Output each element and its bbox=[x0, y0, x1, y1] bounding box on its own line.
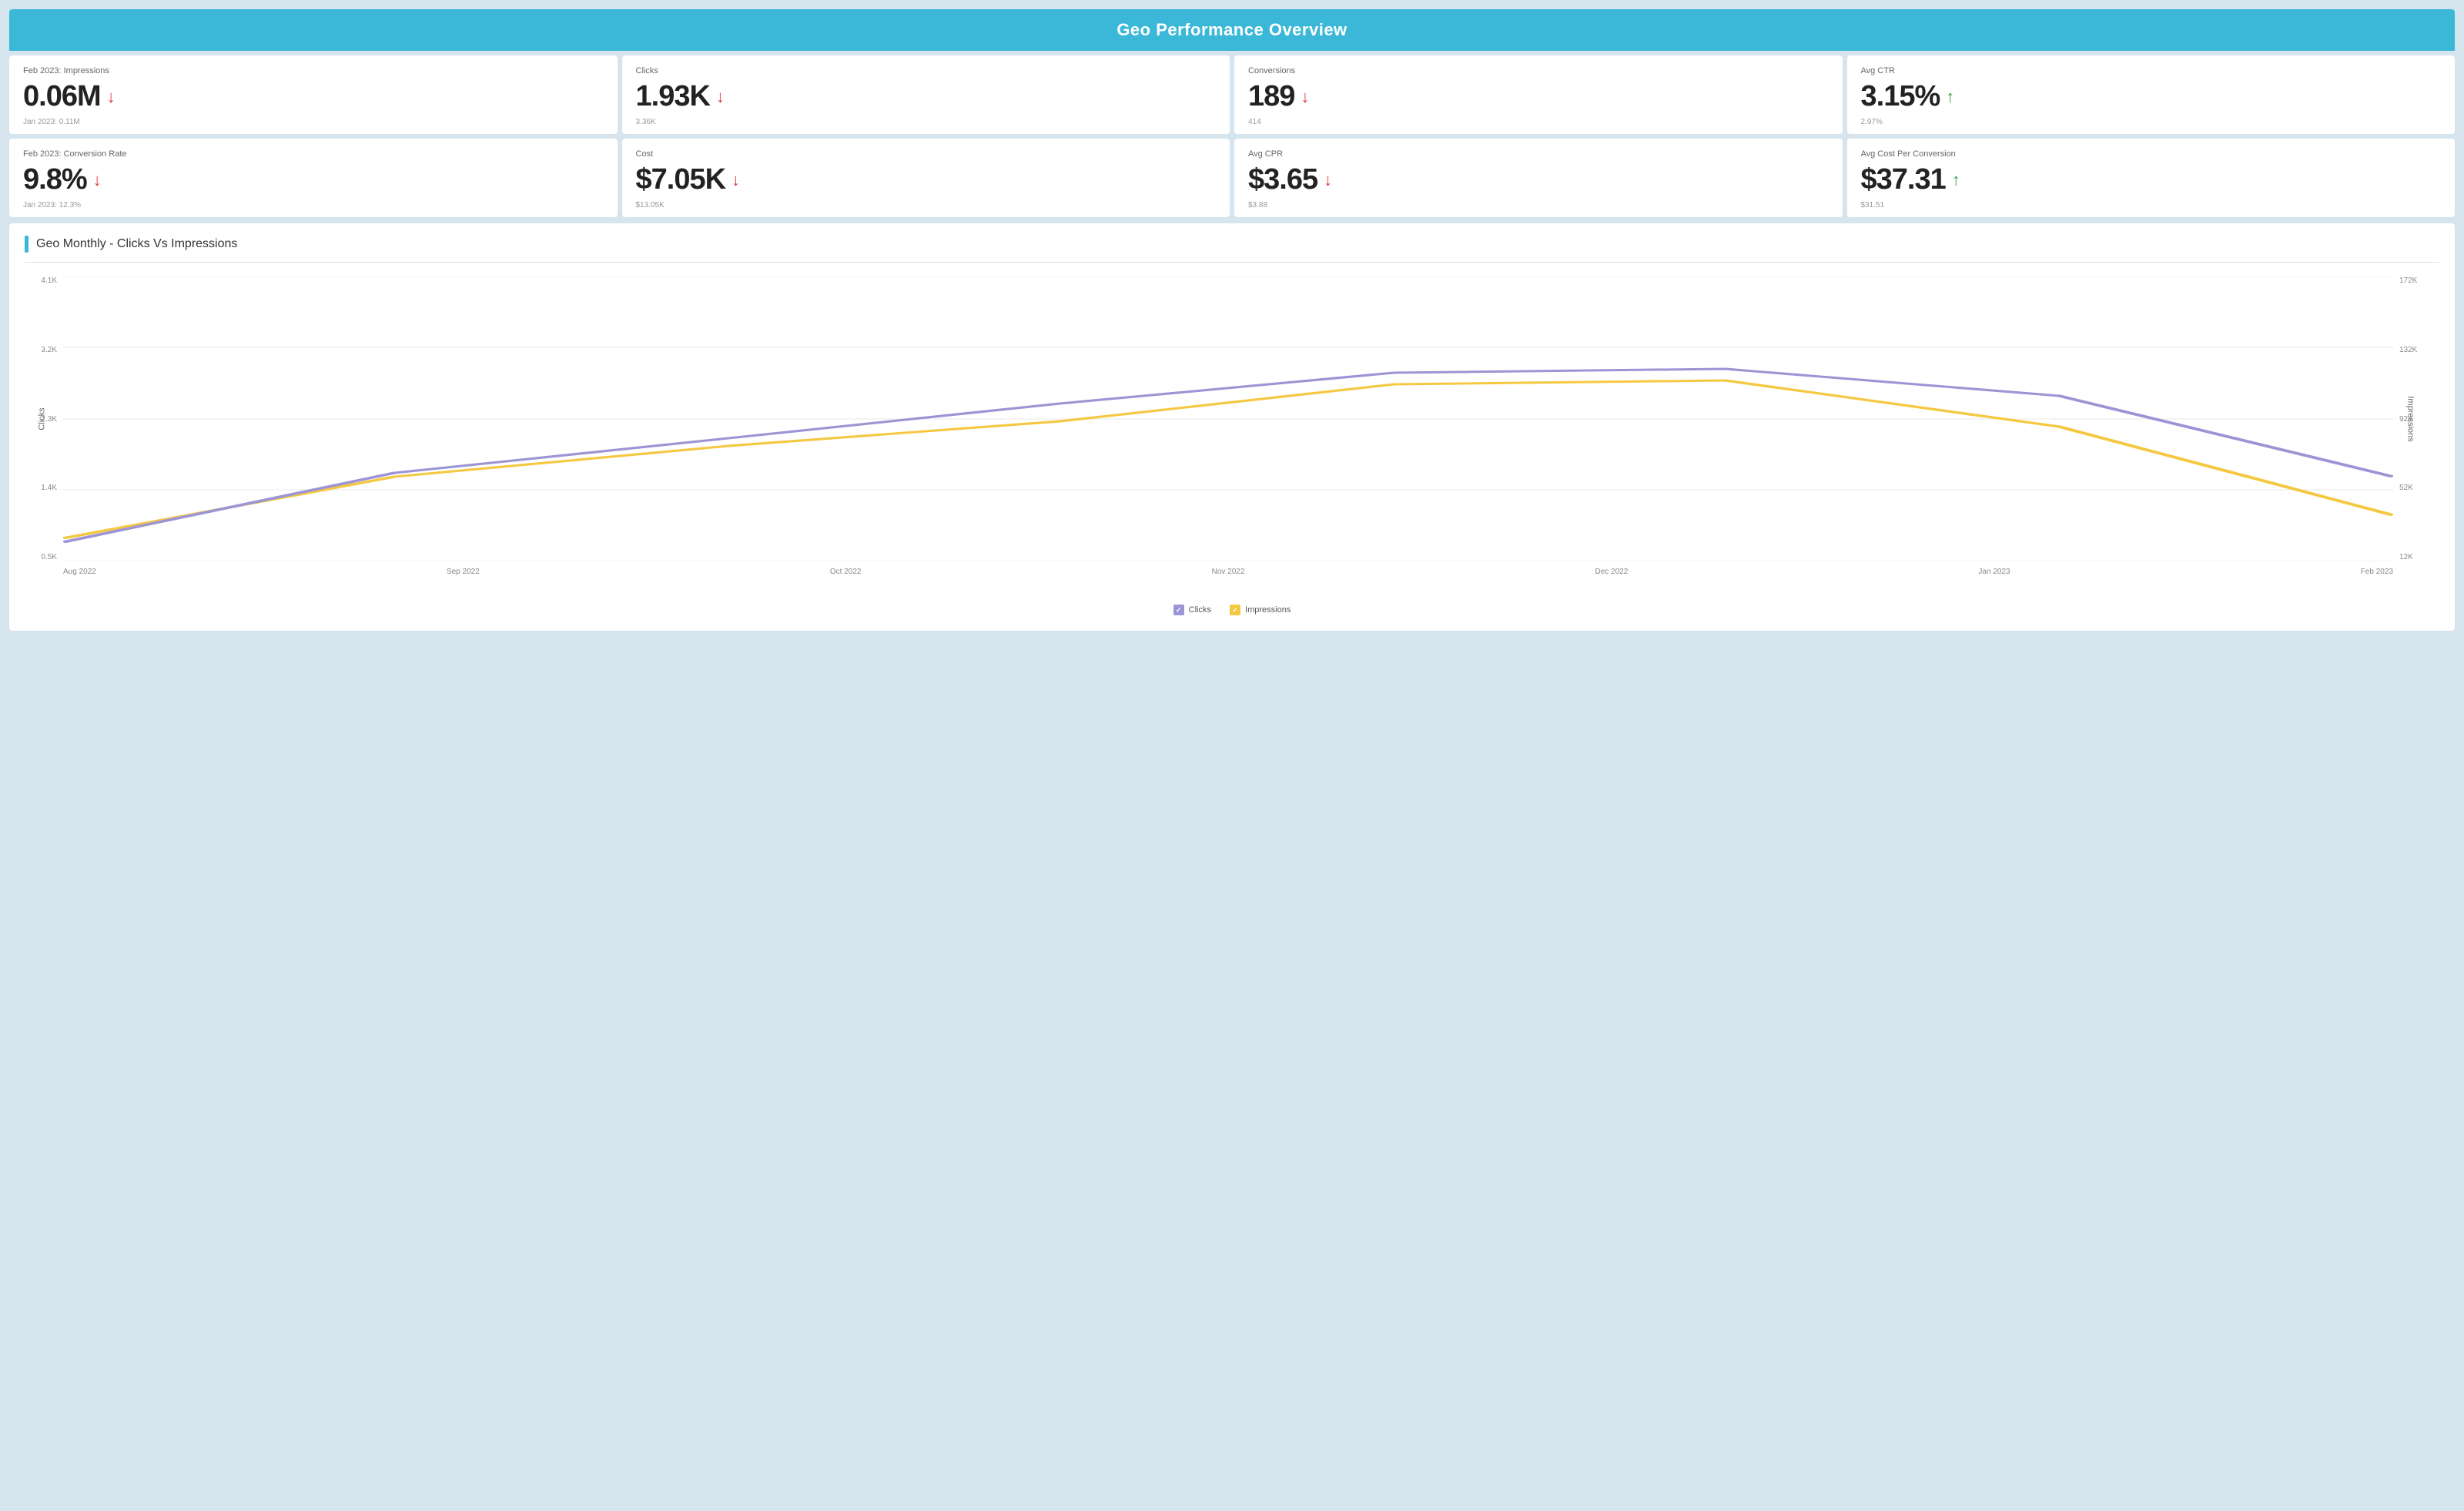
metric-clicks: Clicks 1.93K ↓ 3.36K bbox=[622, 55, 1230, 134]
metric-clicks-sub: 3.36K bbox=[636, 118, 1217, 126]
metric-cost-trend-icon: ↓ bbox=[732, 172, 740, 189]
legend-impressions: ✓ Impressions bbox=[1230, 605, 1291, 615]
impressions-line bbox=[63, 380, 2393, 538]
page-title: Geo Performance Overview bbox=[9, 9, 2455, 51]
clicks-line bbox=[63, 369, 2393, 542]
y-axis-right-title: Impressions bbox=[2405, 396, 2415, 441]
metrics-row-1: Feb 2023: Impressions 0.06M ↓ Jan 2023: … bbox=[9, 55, 2455, 134]
chart-svg bbox=[63, 276, 2393, 561]
y-right-label-4: 12K bbox=[2399, 553, 2413, 561]
metric-clicks-value: 1.93K bbox=[636, 80, 710, 113]
metric-conversion-rate: Feb 2023: Conversion Rate 9.8% ↓ Jan 202… bbox=[9, 139, 618, 217]
chart-title: Geo Monthly - Clicks Vs Impressions bbox=[36, 237, 237, 251]
metric-avg-cpr: Avg CPR $3.65 ↓ $3.88 bbox=[1234, 139, 1843, 217]
metric-avg-cpr-sub: $3.88 bbox=[1248, 201, 1829, 209]
y-left-label-4: 0.5K bbox=[41, 553, 57, 561]
metric-impressions: Feb 2023: Impressions 0.06M ↓ Jan 2023: … bbox=[9, 55, 618, 134]
metric-cost: Cost $7.05K ↓ $13.05K bbox=[622, 139, 1230, 217]
x-label-4: Dec 2022 bbox=[1595, 568, 1629, 576]
y-right-label-3: 52K bbox=[2399, 484, 2413, 492]
metrics-row-2: Feb 2023: Conversion Rate 9.8% ↓ Jan 202… bbox=[9, 139, 2455, 217]
y-axis-right: 172K 132K 92K 52K 12K bbox=[2395, 276, 2439, 561]
metric-avg-cost-per-conversion-trend-icon: ↑ bbox=[1952, 172, 1960, 189]
chart-section: Geo Monthly - Clicks Vs Impressions 4.1K… bbox=[9, 223, 2455, 631]
y-left-label-0: 4.1K bbox=[41, 276, 57, 285]
metric-clicks-value-row: 1.93K ↓ bbox=[636, 80, 1217, 113]
x-axis: Aug 2022 Sep 2022 Oct 2022 Nov 2022 Dec … bbox=[63, 561, 2393, 600]
y-right-label-0: 172K bbox=[2399, 276, 2417, 285]
dashboard: Geo Performance Overview Feb 2023: Impre… bbox=[0, 0, 2464, 640]
metric-avg-cpr-value: $3.65 bbox=[1248, 163, 1317, 196]
metric-conversion-rate-value-row: 9.8% ↓ bbox=[23, 163, 604, 196]
metric-conversions-value-row: 189 ↓ bbox=[1248, 80, 1829, 113]
metric-avg-ctr-label: Avg CTR bbox=[1861, 66, 2442, 75]
x-label-2: Oct 2022 bbox=[830, 568, 862, 576]
legend-clicks: ✓ Clicks bbox=[1173, 605, 1211, 615]
chart-legend: ✓ Clicks ✓ Impressions bbox=[25, 605, 2439, 615]
x-label-6: Feb 2023 bbox=[2361, 568, 2393, 576]
metric-impressions-trend-icon: ↓ bbox=[107, 89, 116, 106]
metric-conversion-rate-label: Feb 2023: Conversion Rate bbox=[23, 149, 604, 159]
metric-avg-cost-per-conversion-sub: $31.51 bbox=[1861, 201, 2442, 209]
metric-avg-cost-per-conversion: Avg Cost Per Conversion $37.31 ↑ $31.51 bbox=[1847, 139, 2456, 217]
x-label-5: Jan 2023 bbox=[1978, 568, 2010, 576]
metric-avg-ctr-value: 3.15% bbox=[1861, 80, 1940, 113]
metric-cost-value-row: $7.05K ↓ bbox=[636, 163, 1217, 196]
legend-clicks-label: Clicks bbox=[1189, 605, 1211, 615]
metric-conversion-rate-sub: Jan 2023: 12.3% bbox=[23, 201, 604, 209]
y-axis-left-title: Clicks bbox=[38, 407, 47, 430]
metric-avg-ctr-value-row: 3.15% ↑ bbox=[1861, 80, 2442, 113]
metric-conversions-label: Conversions bbox=[1248, 66, 1829, 75]
metric-avg-cost-per-conversion-value-row: $37.31 ↑ bbox=[1861, 163, 2442, 196]
metric-avg-cost-per-conversion-label: Avg Cost Per Conversion bbox=[1861, 149, 2442, 159]
metric-impressions-sub: Jan 2023: 0.11M bbox=[23, 118, 604, 126]
metric-avg-cost-per-conversion-value: $37.31 bbox=[1861, 163, 1946, 196]
metric-impressions-label: Feb 2023: Impressions bbox=[23, 66, 604, 75]
metric-avg-cpr-value-row: $3.65 ↓ bbox=[1248, 163, 1829, 196]
chart-title-bar: Geo Monthly - Clicks Vs Impressions bbox=[25, 236, 2439, 263]
metric-cost-value: $7.05K bbox=[636, 163, 726, 196]
metric-clicks-trend-icon: ↓ bbox=[716, 89, 725, 106]
metric-impressions-value-row: 0.06M ↓ bbox=[23, 80, 604, 113]
y-left-label-1: 3.2K bbox=[41, 346, 57, 354]
legend-impressions-icon: ✓ bbox=[1230, 605, 1240, 615]
metric-conversions: Conversions 189 ↓ 414 bbox=[1234, 55, 1843, 134]
x-label-3: Nov 2022 bbox=[1212, 568, 1245, 576]
metric-cost-label: Cost bbox=[636, 149, 1217, 159]
metric-avg-ctr-sub: 2.97% bbox=[1861, 118, 2442, 126]
metric-impressions-value: 0.06M bbox=[23, 80, 101, 113]
chart-container: 4.1K 3.2K 2.3K 1.4K 0.5K 172K 132K 92K 5… bbox=[25, 276, 2439, 600]
metric-avg-cpr-trend-icon: ↓ bbox=[1324, 172, 1332, 189]
x-label-0: Aug 2022 bbox=[63, 568, 96, 576]
metric-avg-ctr: Avg CTR 3.15% ↑ 2.97% bbox=[1847, 55, 2456, 134]
metric-avg-cpr-label: Avg CPR bbox=[1248, 149, 1829, 159]
metric-avg-ctr-trend-icon: ↑ bbox=[1946, 89, 1954, 106]
metric-clicks-label: Clicks bbox=[636, 66, 1217, 75]
y-right-label-1: 132K bbox=[2399, 346, 2417, 354]
metric-conversions-value: 189 bbox=[1248, 80, 1294, 113]
chart-inner: Clicks Impressions bbox=[63, 276, 2393, 561]
metric-conversion-rate-trend-icon: ↓ bbox=[93, 172, 102, 189]
metric-conversions-sub: 414 bbox=[1248, 118, 1829, 126]
metric-cost-sub: $13.05K bbox=[636, 201, 1217, 209]
chart-title-accent bbox=[25, 236, 28, 253]
legend-clicks-icon: ✓ bbox=[1173, 605, 1184, 615]
legend-impressions-label: Impressions bbox=[1245, 605, 1291, 615]
x-label-1: Sep 2022 bbox=[447, 568, 480, 576]
metric-conversions-trend-icon: ↓ bbox=[1301, 89, 1309, 106]
y-left-label-3: 1.4K bbox=[41, 484, 57, 492]
metric-conversion-rate-value: 9.8% bbox=[23, 163, 87, 196]
